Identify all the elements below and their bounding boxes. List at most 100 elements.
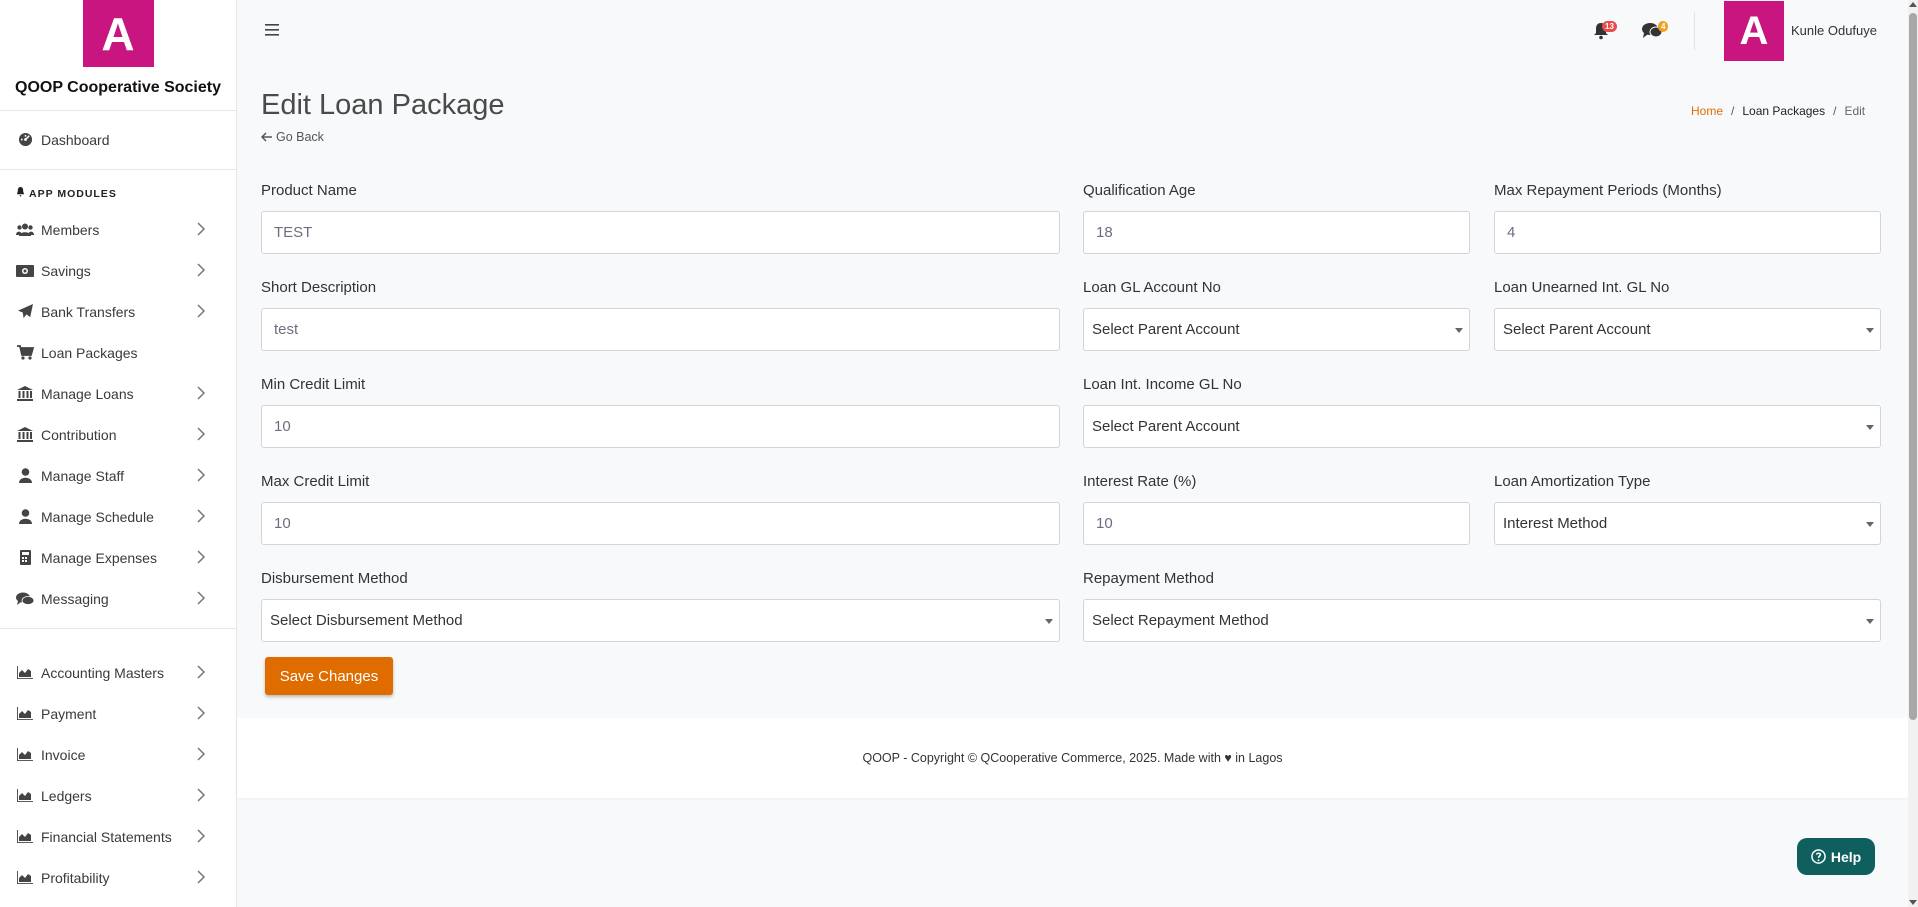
sidebar-item-label: Contribution — [41, 426, 117, 443]
min-credit-label: Min Credit Limit — [261, 376, 366, 393]
max-repayment-input[interactable]: 4 — [1494, 211, 1881, 254]
breadcrumb: Home / Loan Packages / Edit — [1691, 104, 1865, 118]
chevron-right-icon — [197, 706, 206, 720]
sidebar-item-payment[interactable]: Payment — [0, 693, 236, 734]
messages-badge: 4 — [1658, 21, 1669, 32]
product-name-input[interactable]: TEST — [261, 211, 1060, 254]
sidebar-item-messaging[interactable]: Messaging — [0, 578, 236, 619]
go-back-link[interactable]: Go Back — [261, 130, 324, 144]
scrollbar[interactable] — [1908, 0, 1918, 907]
sidebar-item-label: Profitability — [41, 869, 110, 886]
scrollbar-thumb[interactable] — [1909, 13, 1917, 720]
breadcrumb-separator: / — [1731, 104, 1735, 118]
chart-area-icon — [16, 789, 34, 802]
breadcrumb-home[interactable]: Home — [1691, 104, 1723, 118]
scroll-up-icon[interactable] — [1909, 2, 1917, 7]
save-changes-button[interactable]: Save Changes — [265, 657, 393, 695]
chevron-right-icon — [197, 829, 206, 843]
disbursement-select[interactable]: Select Disbursement Method — [261, 599, 1060, 642]
short-description-input[interactable]: test — [261, 308, 1060, 351]
sidebar-item-financial-statements[interactable]: Financial Statements — [0, 816, 236, 857]
select-value: Select Parent Account — [1092, 418, 1240, 435]
loan-int-income-label: Loan Int. Income GL No — [1083, 376, 1242, 393]
chevron-right-icon — [197, 550, 206, 564]
dropdown-caret-icon — [1866, 425, 1874, 430]
chevron-right-icon — [197, 788, 206, 802]
amortization-select[interactable]: Interest Method — [1494, 502, 1881, 545]
username[interactable]: Kunle Odufuye — [1791, 23, 1877, 38]
chevron-right-icon — [197, 386, 206, 400]
chart-area-icon — [16, 748, 34, 761]
arrow-left-icon — [261, 132, 272, 142]
sidebar-item-profitability[interactable]: Profitability — [0, 857, 236, 898]
hamburger-menu-icon[interactable] — [264, 21, 282, 39]
brand-name: QOOP Cooperative Society — [15, 79, 221, 96]
cart-icon — [16, 345, 34, 360]
avatar[interactable]: A — [1724, 1, 1784, 61]
breadcrumb-current: Edit — [1844, 104, 1866, 118]
sidebar-item-bank-transfers[interactable]: Bank Transfers — [0, 291, 236, 332]
topbar-divider — [1694, 12, 1695, 50]
chevron-right-icon — [197, 509, 206, 523]
chevron-right-icon — [197, 427, 206, 441]
calculator-icon — [16, 550, 34, 565]
disbursement-label: Disbursement Method — [261, 570, 408, 587]
sidebar-item-contribution[interactable]: Contribution — [0, 414, 236, 455]
question-circle-icon — [1811, 849, 1826, 864]
amortization-label: Loan Amortization Type — [1494, 473, 1651, 490]
min-credit-input[interactable]: 10 — [261, 405, 1060, 448]
sidebar: A QOOP Cooperative Society Dashboard APP… — [0, 0, 237, 907]
help-button[interactable]: Help — [1797, 838, 1875, 875]
footer-text: QOOP - Copyright © QCooperative Commerce… — [862, 751, 1283, 765]
breadcrumb-separator: / — [1833, 104, 1837, 118]
notifications-badge: 13 — [1602, 21, 1617, 32]
loan-gl-account-select[interactable]: Select Parent Account — [1083, 308, 1470, 351]
scroll-down-icon[interactable] — [1909, 900, 1917, 905]
dropdown-caret-icon — [1866, 328, 1874, 333]
max-repayment-label: Max Repayment Periods (Months) — [1494, 182, 1722, 199]
chevron-right-icon — [197, 591, 206, 605]
user-icon — [16, 509, 34, 524]
help-label: Help — [1830, 848, 1862, 865]
chart-area-icon — [16, 871, 34, 884]
loan-gl-account-label: Loan GL Account No — [1083, 279, 1221, 296]
brand-logo[interactable]: A — [82, 0, 154, 67]
loan-int-income-select[interactable]: Select Parent Account — [1083, 405, 1881, 448]
sidebar-item-members[interactable]: Members — [0, 209, 236, 250]
qualification-age-input[interactable]: 18 — [1083, 211, 1470, 254]
page-title: Edit Loan Package — [261, 89, 505, 121]
sidebar-item-label: Bank Transfers — [41, 303, 136, 320]
repayment-select[interactable]: Select Repayment Method — [1083, 599, 1881, 642]
section-title-label: APP MODULES — [29, 187, 117, 200]
select-value: Select Repayment Method — [1092, 612, 1269, 629]
sidebar-item-label: Dashboard — [41, 131, 110, 148]
sidebar-item-label: Invoice — [41, 746, 86, 763]
sidebar-item-loan-packages[interactable]: Loan Packages — [0, 332, 236, 373]
sidebar-item-dashboard[interactable]: Dashboard — [0, 119, 236, 160]
sidebar-item-label: Financial Statements — [41, 828, 172, 845]
loan-unearned-select[interactable]: Select Parent Account — [1494, 308, 1881, 351]
sidebar-item-savings[interactable]: Savings — [0, 250, 236, 291]
sidebar-item-label: Manage Loans — [41, 385, 134, 402]
sidebar-item-manage-schedule[interactable]: Manage Schedule — [0, 496, 236, 537]
sidebar-item-label: Loan Packages — [41, 344, 138, 361]
sidebar-item-invoice[interactable]: Invoice — [0, 734, 236, 775]
sidebar-item-manage-staff[interactable]: Manage Staff — [0, 455, 236, 496]
dashboard-icon — [16, 132, 34, 147]
money-icon — [16, 264, 34, 277]
sidebar-item-manage-expenses[interactable]: Manage Expenses — [0, 537, 236, 578]
max-credit-input[interactable]: 10 — [261, 502, 1060, 545]
sidebar-item-label: Members — [41, 221, 100, 238]
loan-unearned-label: Loan Unearned Int. GL No — [1494, 279, 1670, 296]
select-value: Select Parent Account — [1503, 321, 1651, 338]
sidebar-item-accounting-masters[interactable]: Accounting Masters — [0, 652, 236, 693]
select-value: Select Disbursement Method — [270, 612, 463, 629]
sidebar-item-ledgers[interactable]: Ledgers — [0, 775, 236, 816]
sidebar-item-manage-loans[interactable]: Manage Loans — [0, 373, 236, 414]
breadcrumb-loan-packages[interactable]: Loan Packages — [1742, 104, 1825, 118]
interest-rate-input[interactable]: 10 — [1083, 502, 1470, 545]
chevron-right-icon — [197, 468, 206, 482]
bank-icon — [16, 427, 34, 442]
chevron-right-icon — [197, 665, 206, 679]
repayment-label: Repayment Method — [1083, 570, 1214, 587]
